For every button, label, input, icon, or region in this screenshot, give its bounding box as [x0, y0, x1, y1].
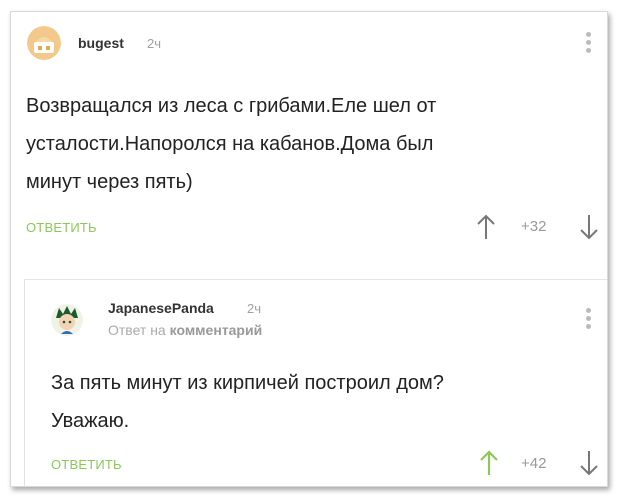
- comment-text-line: Уважаю.: [51, 410, 130, 432]
- thread-branch-line: [24, 279, 25, 486]
- timestamp: 2ч: [247, 301, 262, 316]
- more-vertical-icon[interactable]: [586, 32, 592, 56]
- reply-to-prefix: Ответ на: [108, 322, 166, 338]
- arrow-up-icon[interactable]: [478, 449, 500, 477]
- username[interactable]: bugest: [78, 35, 124, 51]
- rating-score: +32: [521, 218, 547, 235]
- avatar[interactable]: [51, 304, 83, 336]
- comment-text: За пять минут из кирпичей построил дом? …: [51, 364, 591, 440]
- comment-thread-card: bugest 2ч Возвращался из леса с грибами.…: [10, 11, 608, 487]
- reply-button[interactable]: ОТВЕТИТЬ: [51, 457, 122, 472]
- reply-to-info: Ответ на комментарий: [108, 322, 262, 338]
- comment-text-line: Возвращался из леса с грибами.Еле шел от: [26, 95, 437, 117]
- arrow-up-icon[interactable]: [475, 213, 497, 241]
- reply-button[interactable]: ОТВЕТИТЬ: [26, 220, 97, 235]
- reply-to-link[interactable]: комментарий: [170, 322, 263, 338]
- comment-text-line: За пять минут из кирпичей построил дом?: [51, 372, 444, 394]
- comment-text-line: усталости.Напоролся на кабанов.Дома был: [26, 133, 434, 155]
- comment-text-line: минут через пять): [26, 171, 193, 193]
- thread-divider: [24, 279, 607, 280]
- comment-text: Возвращался из леса с грибами.Еле шел от…: [26, 87, 596, 201]
- rating-score: +42: [521, 455, 547, 472]
- timestamp: 2ч: [147, 36, 162, 51]
- avatar-image: [51, 304, 83, 336]
- username[interactable]: JapanesePanda: [108, 300, 214, 316]
- avatar[interactable]: [27, 26, 61, 60]
- more-vertical-icon[interactable]: [586, 308, 592, 332]
- arrow-down-icon[interactable]: [578, 213, 600, 241]
- avatar-image: [27, 26, 61, 60]
- arrow-down-icon[interactable]: [578, 449, 600, 477]
